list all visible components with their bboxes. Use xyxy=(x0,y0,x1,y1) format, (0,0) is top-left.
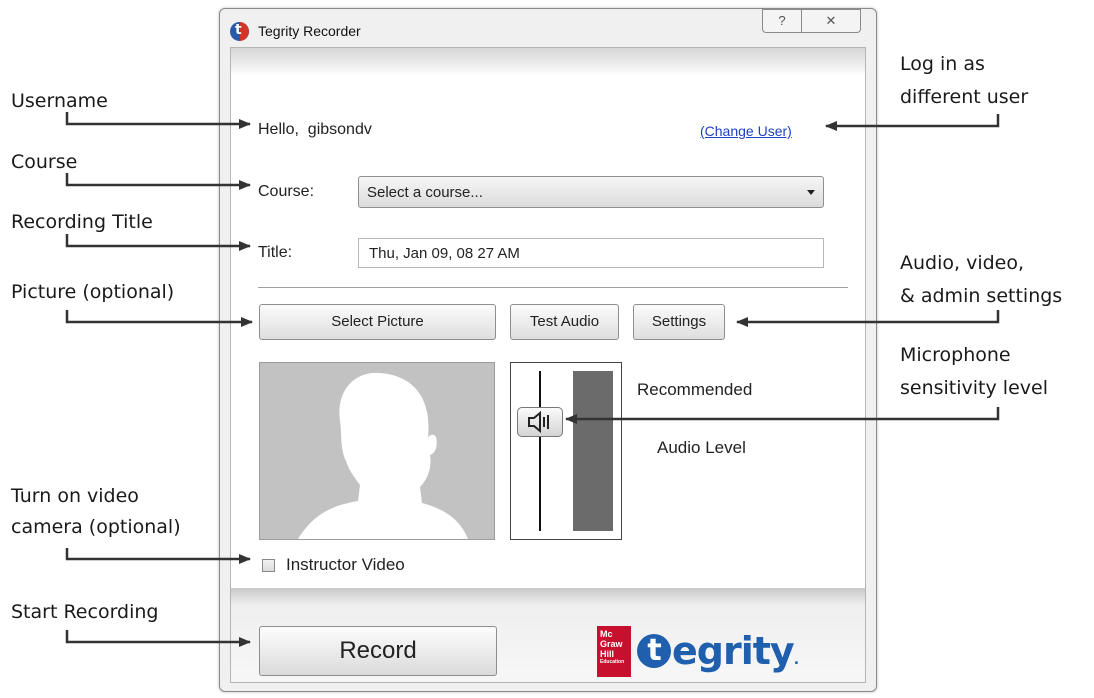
username: gibsondv xyxy=(307,121,372,138)
close-icon: ✕ xyxy=(825,13,837,28)
course-label: Course: xyxy=(258,183,315,200)
help-button[interactable]: ? xyxy=(762,9,802,33)
annotation-login-line2: different user xyxy=(900,86,1029,108)
help-icon: ? xyxy=(778,13,786,28)
annotation-video-line1: Turn on video xyxy=(11,485,139,507)
mcgraw-hill-logo: Mc Graw Hill Education xyxy=(597,626,631,677)
title-input-value: Thu, Jan 09, 08 27 AM xyxy=(369,245,520,262)
course-select[interactable]: Select a course... xyxy=(358,176,824,208)
settings-button[interactable]: Settings xyxy=(633,304,725,340)
tegrity-recorder-window: t Tegrity Recorder ? ✕ Hello, gibsondv (… xyxy=(219,8,877,692)
test-audio-button[interactable]: Test Audio xyxy=(510,304,619,340)
header-band xyxy=(231,48,865,76)
separator xyxy=(258,287,848,288)
annotation-start-recording: Start Recording xyxy=(11,601,159,623)
annotation-username: Username xyxy=(11,90,108,112)
annotation-settings-line1: Audio, video, xyxy=(900,252,1025,274)
mhe-logo-line: Mc xyxy=(600,629,613,639)
mic-sensitivity-slider-handle[interactable] xyxy=(517,407,563,437)
annotation-settings-line2: & admin settings xyxy=(900,285,1063,307)
annotation-video-line2: camera (optional) xyxy=(11,516,181,538)
course-select-value: Select a course... xyxy=(367,184,483,201)
window-title: Tegrity Recorder xyxy=(258,23,361,39)
title-bar: t Tegrity Recorder ? ✕ xyxy=(220,9,876,47)
mhe-logo-line: Education xyxy=(600,659,625,665)
recommended-label: Recommended xyxy=(637,380,753,399)
greeting-prefix: Hello, xyxy=(258,121,299,138)
audio-level-meter xyxy=(510,362,622,540)
annotation-mic-line1: Microphone xyxy=(900,344,1011,366)
annotation-login-line1: Log in as xyxy=(900,53,985,75)
instructor-picture xyxy=(259,362,495,540)
tegrity-logo-initial: t xyxy=(637,633,671,668)
speaker-icon xyxy=(528,410,549,434)
mhe-logo-line: Hill xyxy=(600,649,615,659)
instructor-video-checkbox[interactable] xyxy=(262,559,275,572)
annotation-mic-line2: sensitivity level xyxy=(900,377,1048,399)
close-button[interactable]: ✕ xyxy=(801,9,861,33)
dropdown-arrow-icon xyxy=(807,190,815,195)
record-button[interactable]: Record xyxy=(259,626,497,676)
recorder-panel: Hello, gibsondv (Change User) Course: Se… xyxy=(230,47,866,683)
greeting: Hello, gibsondv xyxy=(258,121,372,139)
tegrity-logo: t egrity. xyxy=(637,626,799,676)
audio-level-label: Audio Level xyxy=(657,438,746,457)
person-silhouette-icon xyxy=(298,372,468,539)
recommended-level-bar xyxy=(573,371,613,531)
tegrity-logo-trademark: . xyxy=(793,652,799,668)
tegrity-logo-text: egrity xyxy=(672,629,795,673)
mhe-logo-line: Graw xyxy=(600,639,623,649)
sensitivity-slider-track[interactable] xyxy=(539,371,541,531)
annotation-course: Course xyxy=(11,151,78,173)
title-label: Title: xyxy=(258,244,293,261)
select-picture-button[interactable]: Select Picture xyxy=(259,304,496,340)
annotation-recording-title: Recording Title xyxy=(11,211,153,233)
instructor-video-label[interactable]: Instructor Video xyxy=(286,555,405,575)
tegrity-app-icon: t xyxy=(230,22,249,41)
title-input[interactable]: Thu, Jan 09, 08 27 AM xyxy=(358,238,824,268)
change-user-link[interactable]: (Change User) xyxy=(700,123,792,139)
annotation-picture: Picture (optional) xyxy=(11,281,175,303)
